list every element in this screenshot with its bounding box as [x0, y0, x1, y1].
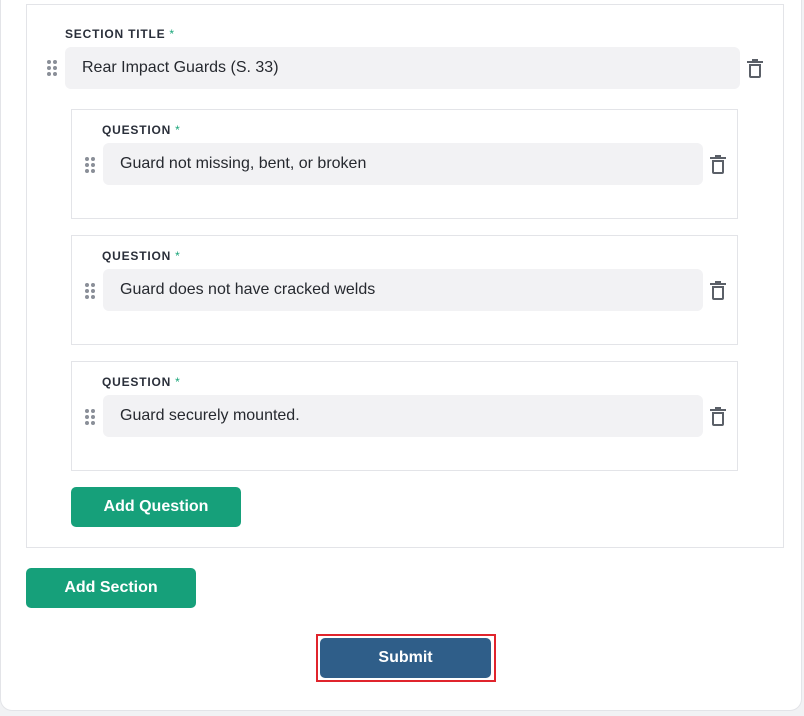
- question-label: QUESTION *: [102, 249, 181, 263]
- section-title-input[interactable]: Rear Impact Guards (S. 33): [65, 47, 740, 89]
- question-value: Guard securely mounted.: [120, 407, 300, 424]
- question-input[interactable]: Guard does not have cracked welds: [103, 269, 703, 311]
- question-drag-handle-icon[interactable]: [85, 157, 95, 173]
- add-section-button[interactable]: Add Section: [26, 568, 196, 608]
- section-title-label: SECTION TITLE *: [65, 27, 175, 41]
- delete-section-trash-icon[interactable]: [747, 59, 763, 78]
- question-drag-handle-icon[interactable]: [85, 409, 95, 425]
- question-drag-handle-icon[interactable]: [85, 283, 95, 299]
- delete-question-trash-icon[interactable]: [710, 281, 726, 300]
- question-input[interactable]: Guard not missing, bent, or broken: [103, 143, 703, 185]
- required-asterisk: *: [175, 375, 181, 389]
- section-title-label-text: SECTION TITLE: [65, 27, 166, 41]
- add-question-button[interactable]: Add Question: [71, 487, 241, 527]
- question-input[interactable]: Guard securely mounted.: [103, 395, 703, 437]
- question-label: QUESTION *: [102, 123, 181, 137]
- question-label: QUESTION *: [102, 375, 181, 389]
- required-asterisk: *: [175, 123, 181, 137]
- question-label-text: QUESTION: [102, 249, 172, 263]
- question-value: Guard does not have cracked welds: [120, 281, 376, 298]
- submit-button[interactable]: Submit: [320, 638, 491, 678]
- section-title-value: Rear Impact Guards (S. 33): [82, 59, 279, 76]
- required-asterisk: *: [169, 27, 175, 41]
- delete-question-trash-icon[interactable]: [710, 155, 726, 174]
- delete-question-trash-icon[interactable]: [710, 407, 726, 426]
- question-label-text: QUESTION: [102, 375, 172, 389]
- question-label-text: QUESTION: [102, 123, 172, 137]
- section-drag-handle-icon[interactable]: [47, 60, 57, 76]
- question-value: Guard not missing, bent, or broken: [120, 155, 367, 172]
- required-asterisk: *: [175, 249, 181, 263]
